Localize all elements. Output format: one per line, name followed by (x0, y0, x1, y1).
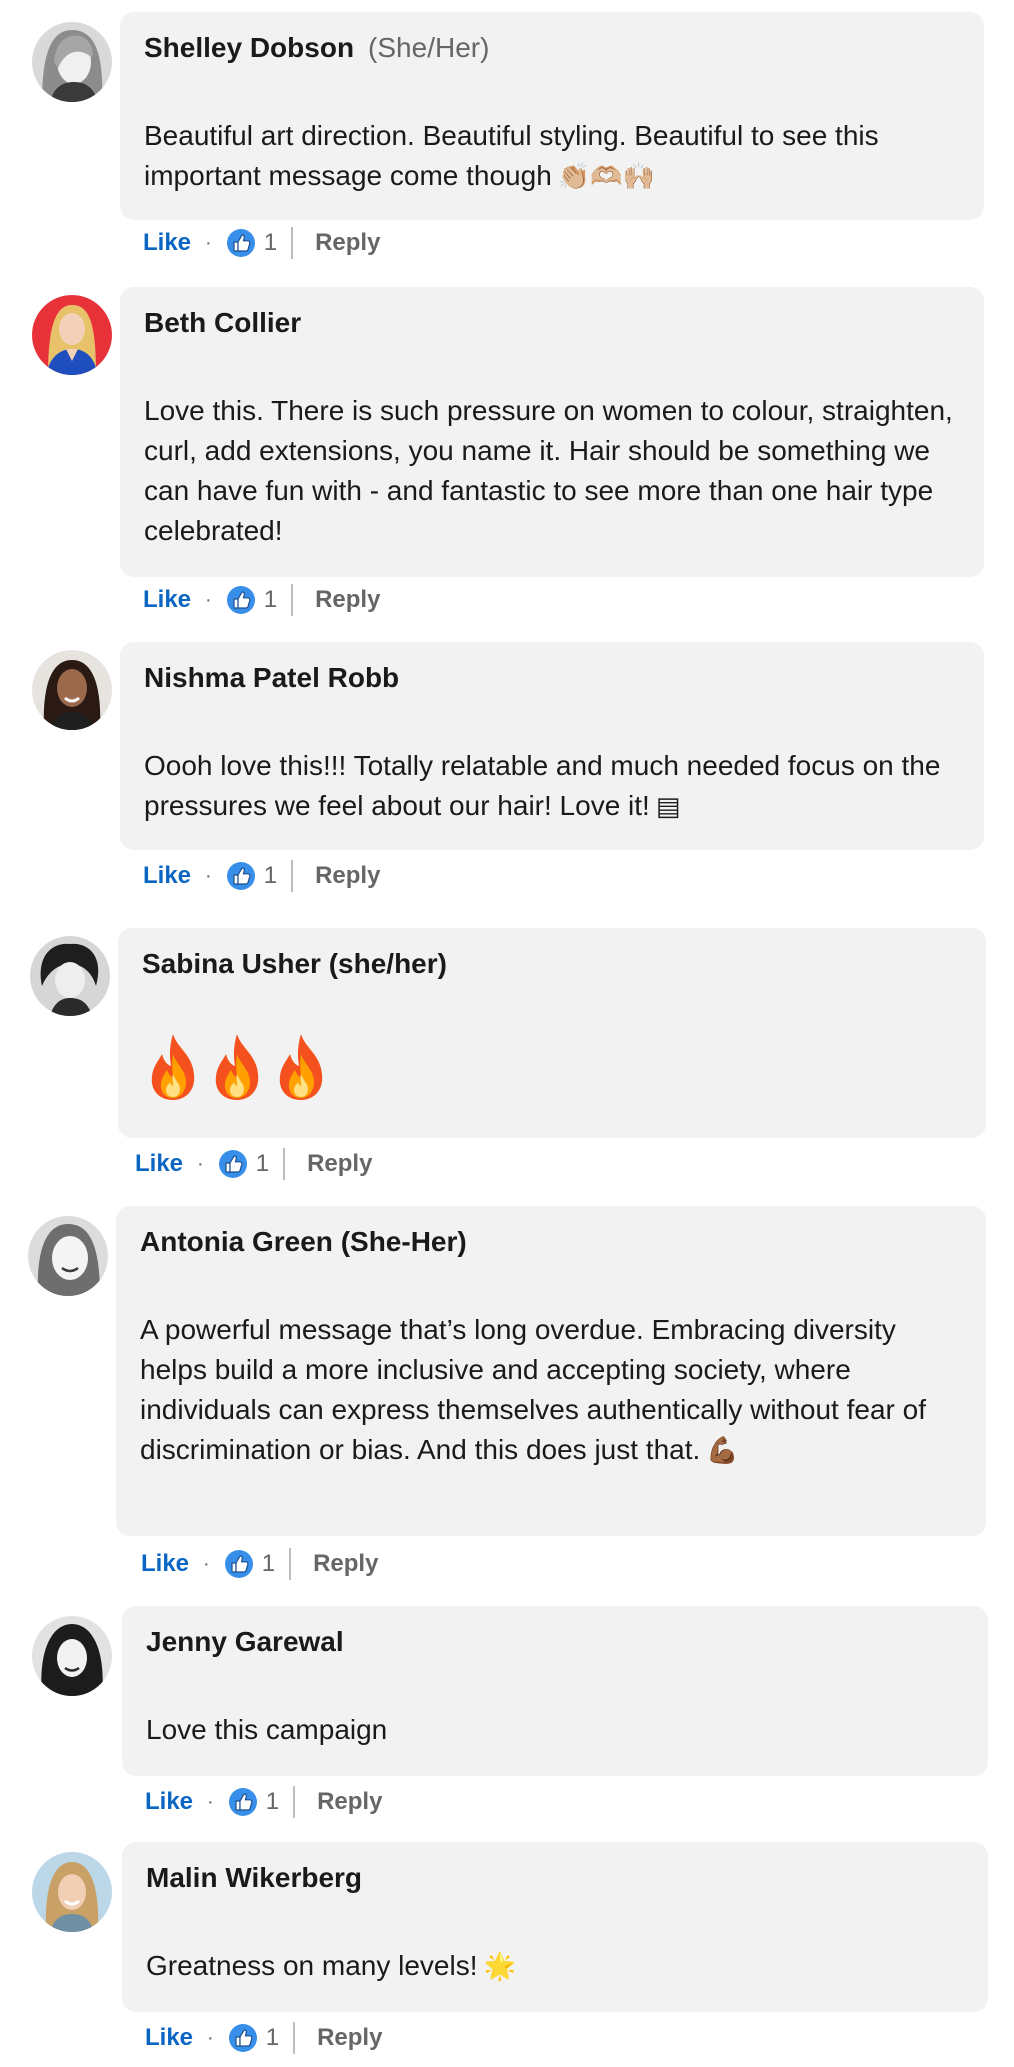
author-row: Jenny Garewal (146, 1622, 964, 1662)
author-name[interactable]: Shelley Dobson (144, 32, 354, 63)
comment-actions: Like · 1 Reply (143, 225, 380, 261)
like-reaction-icon[interactable] (224, 1549, 254, 1579)
like-button[interactable]: Like (145, 1788, 193, 1816)
avatar[interactable] (28, 1216, 108, 1296)
comment-body: A powerful message that’s long overdue. … (140, 1314, 926, 1465)
reaction-count[interactable]: 1 (262, 1550, 275, 1578)
avatar[interactable] (32, 22, 112, 102)
author-name[interactable]: Sabina Usher (she/her) (142, 948, 447, 979)
author-name[interactable]: Malin Wikerberg (146, 1862, 362, 1893)
dot-separator: · (205, 231, 212, 254)
like-button[interactable]: Like (135, 1150, 183, 1178)
dot-separator: · (197, 1152, 204, 1175)
like-button[interactable]: Like (145, 2024, 193, 2052)
comment-text: Love this. There is such pressure on wom… (144, 391, 960, 551)
comment-text: Oooh love this!!! Totally relatable and … (144, 746, 960, 826)
comment-bubble: Beth Collier Love this. There is such pr… (120, 287, 984, 577)
like-reaction-icon[interactable] (226, 861, 256, 891)
reply-button[interactable]: Reply (307, 1150, 372, 1178)
comment-actions: Like · 1 Reply (141, 1546, 378, 1582)
divider (289, 1548, 292, 1580)
author-row: Malin Wikerberg (146, 1858, 964, 1898)
divider (283, 1148, 286, 1180)
reply-button[interactable]: Reply (317, 2024, 382, 2052)
comment-body: Love this campaign (146, 1714, 388, 1745)
dot-separator: · (205, 588, 212, 611)
like-reaction-icon[interactable] (228, 1787, 258, 1817)
reply-button[interactable]: Reply (315, 862, 380, 890)
emoji-group: 👏🏼🫶🏼🙌🏼 (557, 161, 655, 191)
reply-button[interactable]: Reply (315, 586, 380, 614)
comment-bubble: Nishma Patel Robb Oooh love this!!! Tota… (120, 642, 984, 850)
like-reaction-icon[interactable] (228, 2023, 258, 2053)
comment-body: Love this. There is such pressure on wom… (144, 395, 953, 546)
comment-body: Beautiful art direction. Beautiful styli… (144, 120, 879, 191)
flexed-biceps-emoji: 💪🏾 (706, 1435, 739, 1465)
author-row: Nishma Patel Robb (144, 658, 960, 698)
reaction-count[interactable]: 1 (256, 1150, 269, 1178)
divider (291, 227, 294, 259)
emoji-group (142, 1032, 962, 1112)
reaction-count[interactable]: 1 (264, 586, 277, 614)
glowing-star-emoji: 🌟 (483, 1951, 516, 1981)
like-button[interactable]: Like (143, 229, 191, 257)
fire-icon (270, 1032, 332, 1102)
comment-actions: Like · 1 Reply (143, 582, 380, 618)
comment-text: Greatness on many levels! 🌟 (146, 1946, 964, 1986)
emoji-glyph: ▤ (655, 791, 681, 821)
avatar[interactable] (32, 1852, 112, 1932)
comment-actions: Like · 1 Reply (143, 858, 380, 894)
comment-bubble: Shelley Dobson (She/Her) Beautiful art di… (120, 12, 984, 220)
fire-icon (142, 1032, 204, 1102)
divider (291, 584, 294, 616)
avatar[interactable] (30, 936, 110, 1016)
author-name[interactable]: Jenny Garewal (146, 1626, 344, 1657)
like-button[interactable]: Like (141, 1550, 189, 1578)
author-pronouns: (She/Her) (368, 32, 490, 63)
divider (293, 2022, 296, 2054)
author-name[interactable]: Beth Collier (144, 307, 301, 338)
comment-text: Love this campaign (146, 1710, 964, 1750)
reply-button[interactable]: Reply (315, 229, 380, 257)
divider (293, 1786, 296, 1818)
avatar[interactable] (32, 650, 112, 730)
reaction-count[interactable]: 1 (266, 1788, 279, 1816)
fire-icon (206, 1032, 268, 1102)
comment-text: Beautiful art direction. Beautiful styli… (144, 116, 960, 196)
comment-actions: Like · 1 Reply (145, 1784, 382, 1820)
dot-separator: · (207, 2026, 214, 2049)
author-name[interactable]: Nishma Patel Robb (144, 662, 399, 693)
reaction-count[interactable]: 1 (266, 2024, 279, 2052)
like-button[interactable]: Like (143, 862, 191, 890)
like-reaction-icon[interactable] (226, 585, 256, 615)
author-row: Antonia Green (She-Her) (140, 1222, 962, 1262)
avatar[interactable] (32, 295, 112, 375)
author-row: Shelley Dobson (She/Her) (144, 28, 960, 68)
author-row: Beth Collier (144, 303, 960, 343)
divider (291, 860, 294, 892)
comment-text: A powerful message that’s long overdue. … (140, 1310, 962, 1470)
like-reaction-icon[interactable] (226, 228, 256, 258)
like-reaction-icon[interactable] (218, 1149, 248, 1179)
dot-separator: · (207, 1790, 214, 1813)
comment-bubble: Antonia Green (She-Her) A powerful messa… (116, 1206, 986, 1536)
dot-separator: · (203, 1552, 210, 1575)
dot-separator: · (205, 864, 212, 887)
author-row: Sabina Usher (she/her) (142, 944, 962, 984)
reply-button[interactable]: Reply (317, 1788, 382, 1816)
author-name[interactable]: Antonia Green (She-Her) (140, 1226, 467, 1257)
avatar[interactable] (32, 1616, 112, 1696)
reply-button[interactable]: Reply (313, 1550, 378, 1578)
comment-body: Oooh love this!!! Totally relatable and … (144, 750, 941, 821)
like-button[interactable]: Like (143, 586, 191, 614)
comment-bubble: Malin Wikerberg Greatness on many levels… (122, 1842, 988, 2012)
reaction-count[interactable]: 1 (264, 229, 277, 257)
comment-bubble: Jenny Garewal Love this campaign (122, 1606, 988, 1776)
reaction-count[interactable]: 1 (264, 862, 277, 890)
comment-actions: Like · 1 Reply (145, 2020, 382, 2056)
comment-actions: Like · 1 Reply (135, 1146, 372, 1182)
comment-body: Greatness on many levels! (146, 1950, 478, 1981)
comment-bubble: Sabina Usher (she/her) (118, 928, 986, 1138)
